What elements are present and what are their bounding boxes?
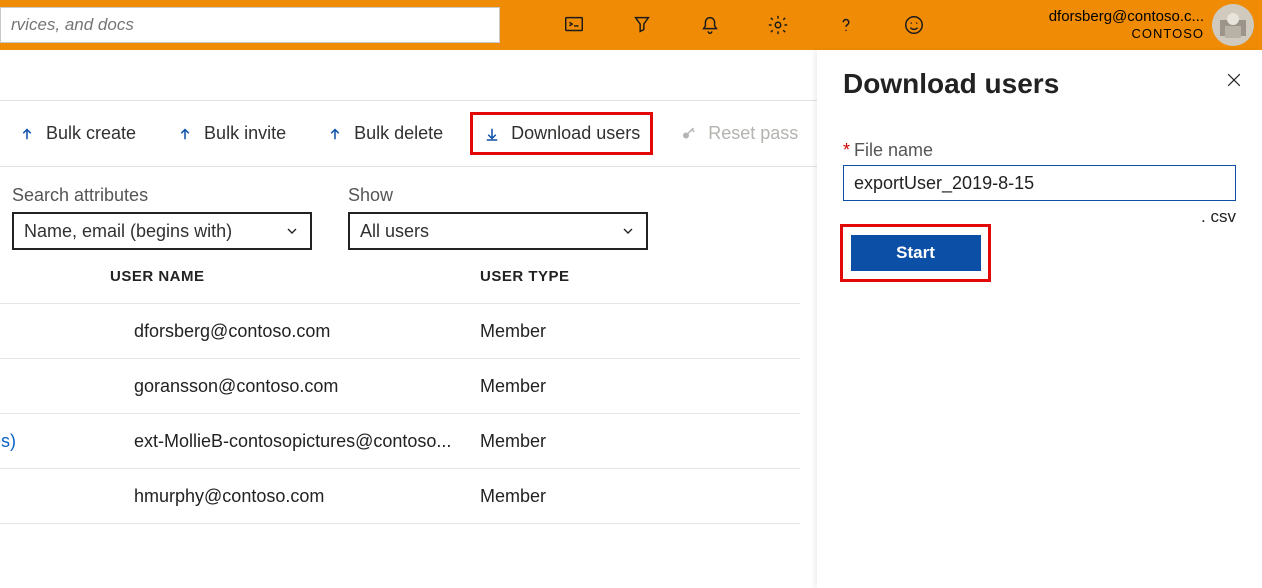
row-username: goransson@contoso.com <box>110 376 480 397</box>
row-lead: o Pictures) <box>0 431 110 452</box>
bulk-delete-button[interactable]: Bulk delete <box>320 119 449 148</box>
chevron-down-icon <box>284 223 300 239</box>
table-row[interactable]: goransson@contoso.com Member <box>0 358 800 413</box>
upload-icon <box>326 125 344 143</box>
required-asterisk: * <box>843 140 850 160</box>
upload-icon <box>176 125 194 143</box>
toolbar-icons <box>540 0 948 50</box>
row-usertype: Member <box>480 486 680 507</box>
start-button[interactable]: Start <box>851 235 981 271</box>
bulk-create-button[interactable]: Bulk create <box>12 119 142 148</box>
table-row[interactable]: dforsberg@contoso.com Member <box>0 303 800 358</box>
row-username: hmurphy@contoso.com <box>110 486 480 507</box>
upload-icon <box>18 125 36 143</box>
download-icon <box>483 125 501 143</box>
show-label: Show <box>348 185 648 206</box>
search-attributes-filter: Search attributes Name, email (begins wi… <box>12 185 312 250</box>
top-bar: dforsberg@contoso.c... CONTOSO <box>0 0 1262 50</box>
row-usertype: Member <box>480 431 680 452</box>
download-users-panel: Download users *File name . csv Start <box>817 50 1262 588</box>
feedback-icon[interactable] <box>880 0 948 50</box>
table-header: USER NAME USER TYPE <box>0 260 800 303</box>
search-attributes-value: Name, email (begins with) <box>24 221 232 242</box>
users-table: USER NAME USER TYPE dforsberg@contoso.co… <box>0 260 800 524</box>
reset-password-label: Reset pass <box>708 123 798 144</box>
search-attributes-dropdown[interactable]: Name, email (begins with) <box>12 212 312 250</box>
row-username: dforsberg@contoso.com <box>110 321 480 342</box>
col-username[interactable]: USER NAME <box>110 268 480 285</box>
download-users-button[interactable]: Download users <box>477 119 646 148</box>
file-name-input[interactable] <box>843 165 1236 201</box>
cloud-shell-icon[interactable] <box>540 0 608 50</box>
account-email: dforsberg@contoso.c... <box>1049 8 1204 26</box>
row-usertype: Member <box>480 376 680 397</box>
show-value: All users <box>360 221 429 242</box>
table-row[interactable]: hmurphy@contoso.com Member <box>0 468 800 523</box>
row-usertype: Member <box>480 321 680 342</box>
help-icon[interactable] <box>812 0 880 50</box>
panel-title: Download users <box>843 68 1236 100</box>
settings-icon[interactable] <box>744 0 812 50</box>
table-row[interactable]: o Pictures) ext-MollieB-contosopictures@… <box>0 413 800 468</box>
notifications-icon[interactable] <box>676 0 744 50</box>
reset-password-button: Reset pass <box>674 119 804 148</box>
bulk-create-label: Bulk create <box>46 123 136 144</box>
account-area[interactable]: dforsberg@contoso.c... CONTOSO <box>1049 0 1262 50</box>
file-name-label: *File name <box>843 140 1236 161</box>
key-icon <box>680 125 698 143</box>
bulk-delete-label: Bulk delete <box>354 123 443 144</box>
account-text: dforsberg@contoso.c... CONTOSO <box>1049 8 1204 42</box>
directory-filter-icon[interactable] <box>608 0 676 50</box>
file-extension: . csv <box>843 207 1236 227</box>
show-filter: Show All users <box>348 185 648 250</box>
show-dropdown[interactable]: All users <box>348 212 648 250</box>
download-users-label: Download users <box>511 123 640 144</box>
search-attributes-label: Search attributes <box>12 185 312 206</box>
avatar[interactable] <box>1212 4 1254 46</box>
search-wrap <box>0 0 500 50</box>
bulk-invite-button[interactable]: Bulk invite <box>170 119 292 148</box>
account-tenant: CONTOSO <box>1049 26 1204 42</box>
start-highlight: Start <box>843 227 988 279</box>
close-panel-button[interactable] <box>1224 70 1244 95</box>
col-usertype[interactable]: USER TYPE <box>480 268 680 285</box>
chevron-down-icon <box>620 223 636 239</box>
row-username: ext-MollieB-contosopictures@contoso... <box>110 431 480 452</box>
bulk-invite-label: Bulk invite <box>204 123 286 144</box>
global-search-input[interactable] <box>0 7 500 43</box>
